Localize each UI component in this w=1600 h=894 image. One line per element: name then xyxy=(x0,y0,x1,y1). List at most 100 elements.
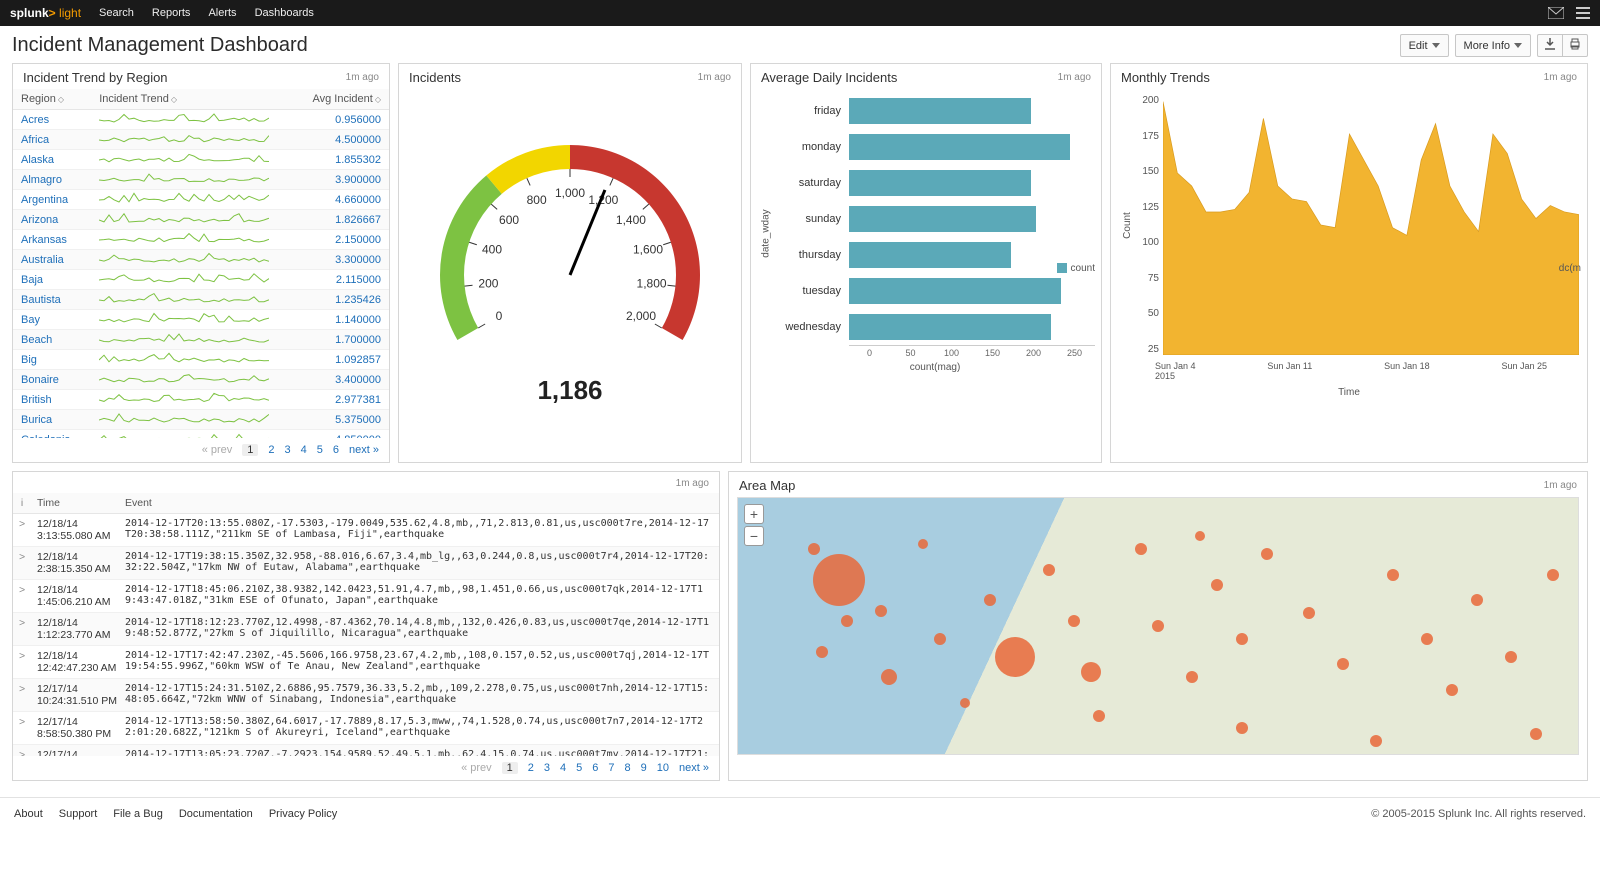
table-row[interactable]: Caledonia 4.850000 xyxy=(13,430,389,439)
col-event[interactable]: Event xyxy=(119,493,719,514)
pager-page[interactable]: 5 xyxy=(317,444,323,456)
map-marker[interactable] xyxy=(1236,722,1248,734)
map-marker[interactable] xyxy=(1421,633,1433,645)
region-link[interactable]: Almagro xyxy=(21,174,62,186)
pager-page[interactable]: 8 xyxy=(625,762,631,774)
expand-row[interactable]: > xyxy=(13,613,31,646)
map-marker[interactable] xyxy=(1135,543,1147,555)
map-marker[interactable] xyxy=(1505,651,1517,663)
table-row[interactable]: Alaska 1.855302 xyxy=(13,150,389,170)
messages-icon[interactable] xyxy=(1548,7,1564,19)
table-row[interactable]: > 12/17/14 8:05:23.720 PM 2014-12-17T13:… xyxy=(13,745,719,757)
pager-page[interactable]: 10 xyxy=(657,762,669,774)
nav-search[interactable]: Search xyxy=(99,7,134,19)
pager-next[interactable]: next » xyxy=(349,444,379,456)
map-marker[interactable] xyxy=(1152,620,1164,632)
table-row[interactable]: Acres 0.956000 xyxy=(13,110,389,130)
nav-alerts[interactable]: Alerts xyxy=(208,7,236,19)
map-marker[interactable] xyxy=(881,669,897,685)
pager-page[interactable]: 4 xyxy=(301,444,307,456)
export-button[interactable] xyxy=(1537,34,1563,57)
expand-row[interactable]: > xyxy=(13,514,31,547)
map-marker[interactable] xyxy=(1471,594,1483,606)
table-row[interactable]: British 2.977381 xyxy=(13,390,389,410)
map-marker[interactable] xyxy=(1236,633,1248,645)
pager-page[interactable]: 3 xyxy=(285,444,291,456)
pager-page[interactable]: 6 xyxy=(333,444,339,456)
map-marker[interactable] xyxy=(960,698,970,708)
table-row[interactable]: > 12/17/14 10:24:31.510 PM 2014-12-17T15… xyxy=(13,679,719,712)
table-row[interactable]: Bay 1.140000 xyxy=(13,310,389,330)
table-row[interactable]: Argentina 4.660000 xyxy=(13,190,389,210)
pager-page[interactable]: 9 xyxy=(641,762,647,774)
table-row[interactable]: Africa 4.500000 xyxy=(13,130,389,150)
region-link[interactable]: Baja xyxy=(21,274,43,286)
menu-icon[interactable] xyxy=(1576,7,1590,19)
region-link[interactable]: Bay xyxy=(21,314,40,326)
expand-row[interactable]: > xyxy=(13,646,31,679)
table-row[interactable]: > 12/17/14 8:58:50.380 PM 2014-12-17T13:… xyxy=(13,712,719,745)
expand-row[interactable]: > xyxy=(13,712,31,745)
table-row[interactable]: Australia 3.300000 xyxy=(13,250,389,270)
map-marker[interactable] xyxy=(1068,615,1080,627)
region-link[interactable]: Beach xyxy=(21,334,52,346)
pager-page[interactable]: 1 xyxy=(502,762,518,774)
region-link[interactable]: Bonaire xyxy=(21,374,59,386)
map-marker[interactable] xyxy=(1530,728,1542,740)
table-row[interactable]: > 12/18/14 2:38:15.350 AM 2014-12-17T19:… xyxy=(13,547,719,580)
table-row[interactable]: > 12/18/14 1:45:06.210 AM 2014-12-17T18:… xyxy=(13,580,719,613)
pager-page[interactable]: 2 xyxy=(268,444,274,456)
region-link[interactable]: British xyxy=(21,394,52,406)
table-row[interactable]: Baja 2.115000 xyxy=(13,270,389,290)
map-marker[interactable] xyxy=(995,637,1035,677)
table-row[interactable]: Burica 5.375000 xyxy=(13,410,389,430)
pager-page[interactable]: 3 xyxy=(544,762,550,774)
map-marker[interactable] xyxy=(1261,548,1273,560)
table-row[interactable]: Big 1.092857 xyxy=(13,350,389,370)
map-marker[interactable] xyxy=(1186,671,1198,683)
table-row[interactable]: Almagro 3.900000 xyxy=(13,170,389,190)
nav-reports[interactable]: Reports xyxy=(152,7,191,19)
expand-row[interactable]: > xyxy=(13,580,31,613)
map-marker[interactable] xyxy=(841,615,853,627)
region-link[interactable]: Bautista xyxy=(21,294,61,306)
table-row[interactable]: > 12/18/14 3:13:55.080 AM 2014-12-17T20:… xyxy=(13,514,719,547)
map-marker[interactable] xyxy=(918,539,928,549)
region-link[interactable]: Burica xyxy=(21,414,52,426)
region-link[interactable]: Big xyxy=(21,354,37,366)
col-time[interactable]: Time xyxy=(31,493,119,514)
map-marker[interactable] xyxy=(808,543,820,555)
col-region[interactable]: Region◇ xyxy=(13,89,91,110)
map-marker[interactable] xyxy=(816,646,828,658)
map-marker[interactable] xyxy=(1370,735,1382,747)
pager-prev[interactable]: « prev xyxy=(202,444,233,456)
region-link[interactable]: Alaska xyxy=(21,154,54,166)
map-marker[interactable] xyxy=(984,594,996,606)
footer-link[interactable]: Privacy Policy xyxy=(269,808,337,820)
table-row[interactable]: Arizona 1.826667 xyxy=(13,210,389,230)
footer-link[interactable]: About xyxy=(14,808,43,820)
region-link[interactable]: Australia xyxy=(21,254,64,266)
col-trend[interactable]: Incident Trend◇ xyxy=(91,89,296,110)
map-marker[interactable] xyxy=(1547,569,1559,581)
map-marker[interactable] xyxy=(1337,658,1349,670)
footer-link[interactable]: Support xyxy=(59,808,98,820)
map-marker[interactable] xyxy=(1093,710,1105,722)
edit-button[interactable]: Edit xyxy=(1400,34,1449,57)
map-zoom-in[interactable]: + xyxy=(744,504,764,524)
pager-page[interactable]: 1 xyxy=(242,444,258,456)
map-marker[interactable] xyxy=(875,605,887,617)
table-row[interactable]: Bautista 1.235426 xyxy=(13,290,389,310)
map-marker[interactable] xyxy=(1446,684,1458,696)
pager-page[interactable]: 6 xyxy=(592,762,598,774)
table-row[interactable]: Bonaire 3.400000 xyxy=(13,370,389,390)
table-row[interactable]: Beach 1.700000 xyxy=(13,330,389,350)
expand-row[interactable]: > xyxy=(13,745,31,757)
pager-page[interactable]: 2 xyxy=(528,762,534,774)
print-button[interactable] xyxy=(1563,34,1588,57)
map-marker[interactable] xyxy=(813,554,865,606)
map-marker[interactable] xyxy=(1081,662,1101,682)
table-row[interactable]: > 12/18/14 1:12:23.770 AM 2014-12-17T18:… xyxy=(13,613,719,646)
map-marker[interactable] xyxy=(934,633,946,645)
map-marker[interactable] xyxy=(1211,579,1223,591)
